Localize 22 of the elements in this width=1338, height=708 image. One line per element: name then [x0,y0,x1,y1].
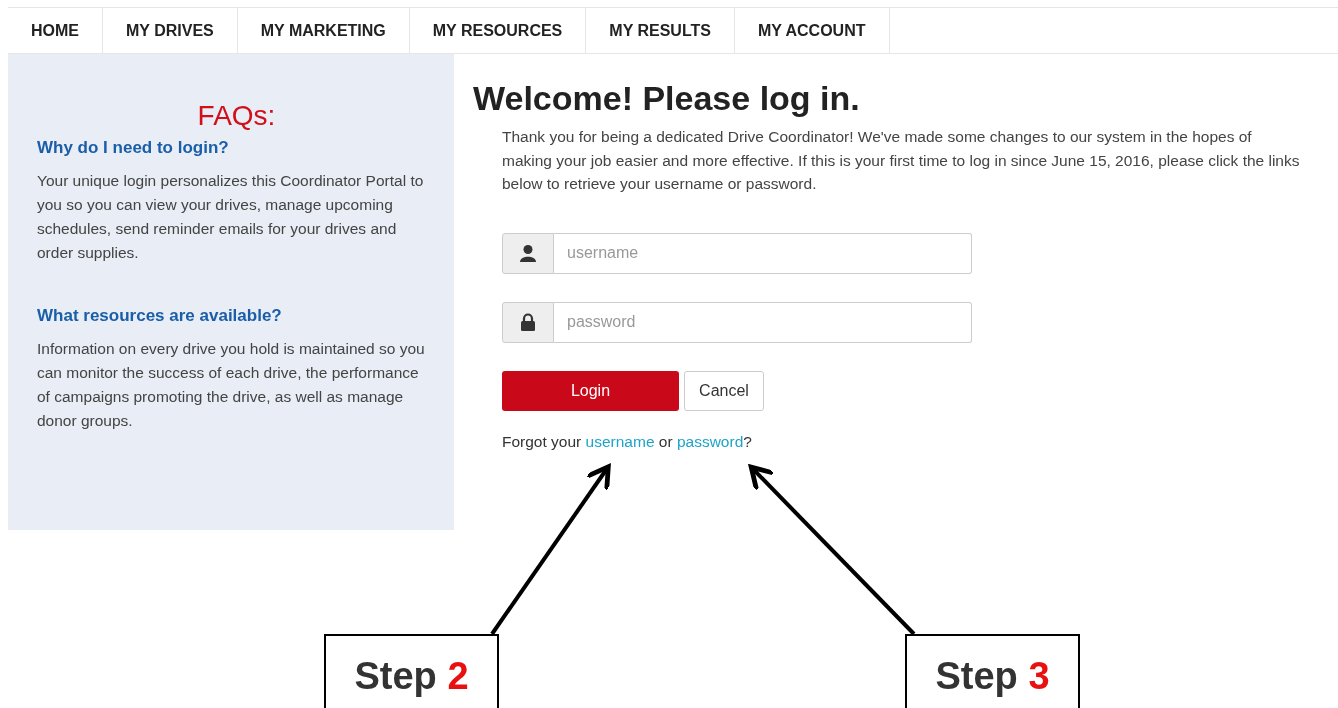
page-heading: Welcome! Please log in. [473,78,861,118]
faq-answer: Your unique login personalizes this Coordinator Portal to you so you can view your drives, manage upcoming schedules, send reminder emails for your drives and order supplies. [37,171,425,263]
lock-icon [519,313,537,331]
input-field[interactable]: password [554,301,972,343]
login-button[interactable]: Login [502,370,679,411]
forgot-credentials-text: Forgot your username or password? [502,431,753,452]
faq-title: FAQs: [196,99,277,133]
nav-tab[interactable]: MY RESOURCES [409,8,587,53]
step-callout: Step 3 [905,634,1080,708]
nav-tab[interactable]: MY MARKETING [237,8,410,53]
faq-question: What resources are available? [37,305,283,327]
intro-text: Thank you for being a dedicated Drive Coordinator! We've made some changes to our system in the hopes of making your job easier and more effective. If this is your first time to log in since June 15, 2016, please click the links below to retrieve your username or password. [502,127,1301,194]
faq-answer: Information on every drive you hold is maintained so you can monitor the success of each drive, the performance of campaigns promoting the drive, as well as manage donor groups. [37,339,426,431]
cancel-button[interactable]: Cancel [684,370,764,411]
faq-question: Why do I need to login? [37,137,230,159]
nav-tab[interactable]: MY DRIVES [103,8,238,53]
step-callout: Step 2 [324,634,499,708]
nav-tab[interactable]: MY RESULTS [586,8,735,53]
input-field[interactable]: username [554,232,972,274]
nav-tab[interactable]: MY ACCOUNT [734,8,890,53]
user-icon [519,244,537,262]
nav-tab[interactable]: HOME [8,8,103,53]
